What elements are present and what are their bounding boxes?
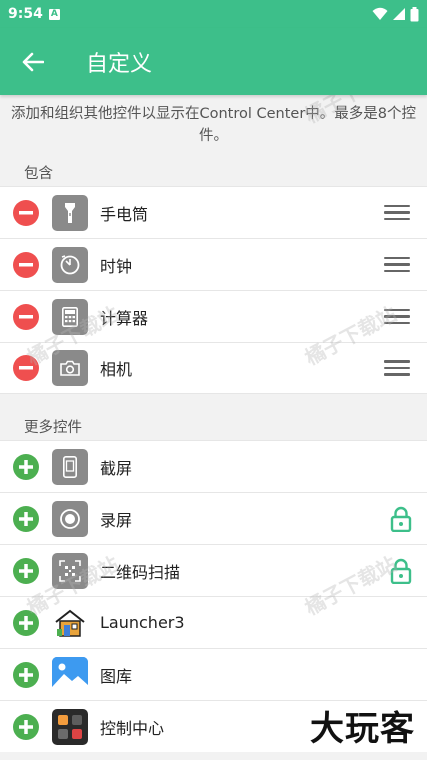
plus-icon (19, 511, 33, 526)
lock-icon (390, 558, 412, 584)
wifi-icon (372, 7, 388, 20)
list-item[interactable]: 图库 (0, 648, 427, 700)
camera-icon (52, 350, 88, 386)
drag-handle-icon[interactable] (384, 256, 410, 273)
page-title: 自定义 (86, 51, 153, 77)
brand-logo: 大玩客 (310, 709, 415, 749)
section-more-label: 更多控件 (24, 420, 82, 436)
timer-icon (52, 246, 88, 283)
list-item[interactable]: 相机 (0, 342, 427, 394)
qr-scan-icon (52, 552, 88, 589)
list-item-label: 截屏 (100, 458, 133, 478)
list-item[interactable]: 计算器 (0, 290, 427, 342)
screen-record-icon (52, 500, 88, 537)
drag-handle-icon[interactable] (384, 204, 410, 221)
flashlight-icon (52, 194, 88, 231)
add-button[interactable] (13, 713, 39, 740)
minus-icon (19, 314, 33, 318)
battery-icon (410, 6, 419, 21)
list-item-label: 计算器 (100, 308, 149, 328)
list-item-label: 图库 (100, 666, 133, 686)
lock-icon (390, 506, 412, 532)
plus-icon (19, 563, 33, 578)
plus-icon (19, 459, 33, 474)
list-item[interactable]: 时钟 (0, 238, 427, 290)
minus-icon (19, 366, 33, 370)
calculator-icon (52, 298, 88, 335)
remove-button[interactable] (13, 303, 39, 330)
add-button[interactable] (13, 505, 39, 532)
notification-a-icon: A (48, 8, 60, 20)
add-button[interactable] (13, 557, 39, 584)
control-center-icon (52, 708, 88, 745)
plus-icon (19, 719, 33, 734)
description-text: 添加和组织其他控件以显示在Control Center中。最多是8个控件。 (10, 106, 417, 144)
remove-button[interactable] (13, 199, 39, 226)
minus-icon (19, 210, 33, 214)
back-button[interactable] (0, 28, 66, 95)
section-included-label: 包含 (24, 166, 53, 182)
list-item[interactable]: Launcher3 (0, 596, 427, 648)
add-button[interactable] (13, 609, 39, 636)
remove-button[interactable] (13, 355, 39, 381)
remove-button[interactable] (13, 251, 39, 278)
drag-handle-icon[interactable] (384, 360, 410, 376)
list-item[interactable]: 二维码扫描 (0, 544, 427, 596)
signal-icon (393, 8, 405, 20)
list-item-label: 相机 (100, 360, 133, 379)
list-item[interactable]: 截屏 (0, 440, 427, 492)
minus-icon (19, 262, 33, 266)
included-list: 手电筒 时钟 计算器 相机 (0, 186, 427, 394)
list-item-label: 时钟 (100, 256, 133, 276)
list-item-label: 二维码扫描 (100, 562, 181, 582)
app-toolbar: 自定义 (0, 28, 427, 95)
arrow-left-icon (22, 52, 44, 71)
list-item-label: 手电筒 (100, 204, 149, 224)
list-item[interactable]: 录屏 (0, 492, 427, 544)
list-item-label: 录屏 (100, 510, 133, 530)
drag-handle-icon[interactable] (384, 308, 410, 325)
gallery-icon (52, 656, 88, 693)
status-bar: 9:54 A (0, 0, 427, 28)
status-time: 9:54 (8, 6, 43, 22)
launcher-home-icon (52, 605, 88, 641)
plus-icon (19, 667, 33, 682)
list-item[interactable]: 手电筒 (0, 186, 427, 238)
add-button[interactable] (13, 661, 39, 688)
screenshot-icon (52, 448, 88, 485)
plus-icon (19, 615, 33, 630)
add-button[interactable] (13, 453, 39, 480)
list-item-label: Launcher3 (100, 613, 185, 632)
